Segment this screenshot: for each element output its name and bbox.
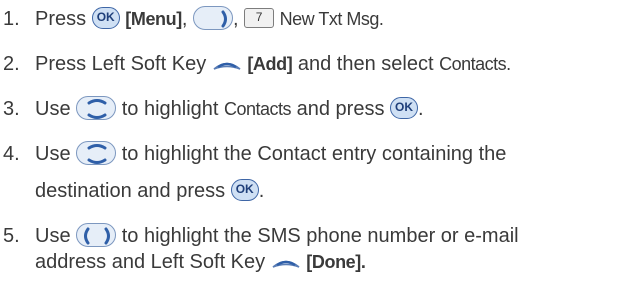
left-soft-key-icon <box>271 251 301 271</box>
ok-button-icon: OK <box>390 96 419 119</box>
comma: , <box>181 8 188 30</box>
add-label: [Add] <box>247 54 293 74</box>
ok-button-icon: OK <box>91 6 120 29</box>
step-text: Use to highlight Contacts and press OK. <box>35 93 424 126</box>
up-down-nav-key-icon <box>76 140 117 165</box>
text: to highlight the SMS phone number or e-m… <box>121 225 519 247</box>
step-text: Press Left Soft Key [Add] and then selec… <box>35 48 511 81</box>
use-text: Use <box>35 143 71 165</box>
text: and press <box>296 98 385 120</box>
use-text: Use <box>35 98 71 120</box>
text: destination and press <box>35 180 226 202</box>
step-text: Use to highlight the Contact entry conta… <box>35 138 506 171</box>
step-number: 3. <box>3 98 20 120</box>
step-number: 5. <box>3 225 20 247</box>
step-text: address and Left Soft Key [Done]. <box>35 246 366 279</box>
done-label: [Done]. <box>306 252 366 272</box>
use-text: Use <box>35 225 71 247</box>
ok-button-icon: OK <box>230 178 259 201</box>
text: to highlight <box>121 98 219 120</box>
new-txt-msg-label: New Txt Msg. <box>279 9 384 29</box>
contacts-label: Contacts <box>224 99 292 119</box>
text: address and Left Soft Key <box>35 251 266 273</box>
right-nav-key-icon <box>192 5 233 30</box>
step-number: 4. <box>3 143 20 165</box>
left-right-nav-key-icon <box>76 222 117 247</box>
step-text: Press OK [Menu], , 7 New Txt Msg. <box>35 3 384 36</box>
text: Press Left Soft Key <box>35 53 207 75</box>
text: to highlight the Contact entry containin… <box>121 143 507 165</box>
contacts-label: Contacts. <box>439 54 511 74</box>
period: . <box>258 180 265 202</box>
left-soft-key-icon <box>212 53 242 73</box>
period: . <box>418 98 424 120</box>
menu-label: [Menu] <box>125 9 182 29</box>
text: and then select <box>297 53 434 75</box>
up-down-nav-key-icon <box>76 95 117 120</box>
step-number: 1. <box>3 8 20 30</box>
step-text: destination and press OK. <box>35 175 264 208</box>
step-number: 2. <box>3 53 20 75</box>
key-7-icon: 7 <box>244 7 275 28</box>
press-text: Press <box>35 8 87 30</box>
